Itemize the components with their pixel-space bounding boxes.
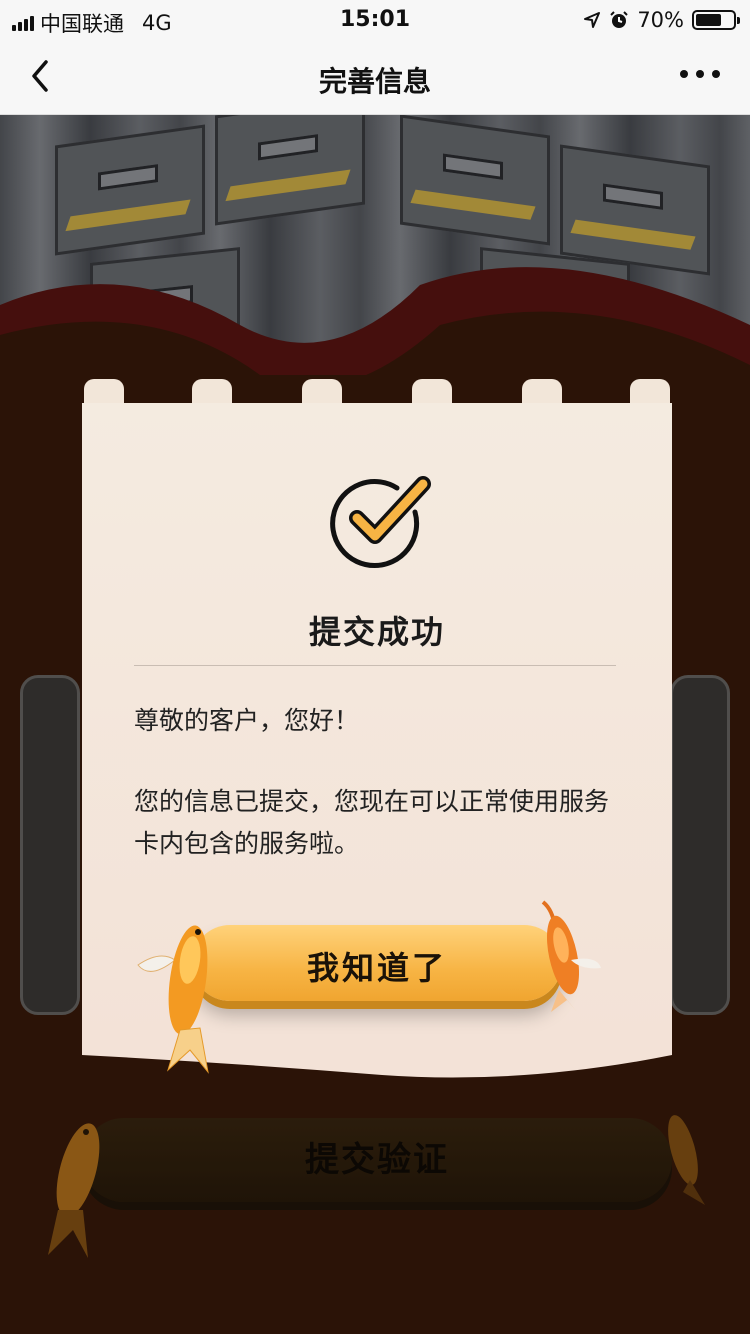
- greeting-text: 尊敬的客户，您好！: [134, 706, 360, 735]
- battery-icon: [692, 10, 740, 30]
- check-circle-icon: [330, 476, 431, 568]
- status-bar: 中国联通 4G 15:01 70%: [0, 0, 750, 40]
- success-modal: 提交成功 尊敬的客户，您好！ 您的信息已提交，您现在可以正常使用服务卡内包含的服…: [82, 379, 672, 1085]
- page-title: 完善信息: [318, 65, 431, 98]
- more-dots-icon[interactable]: [680, 70, 720, 78]
- location-arrow-icon: [584, 12, 601, 28]
- koi-fish-icon: [137, 925, 209, 1074]
- nav-bar: 完善信息: [0, 40, 750, 115]
- confirm-button-label: 我知道了: [306, 949, 447, 987]
- divider: [134, 665, 616, 666]
- koi-fish-icon: [541, 900, 601, 1012]
- battery-percent: 70%: [637, 8, 684, 32]
- battery-fill: [696, 14, 722, 26]
- status-right: 70%: [583, 8, 740, 32]
- message-text: 您的信息已提交，您现在可以正常使用服务卡内包含的服务啦。: [134, 787, 610, 858]
- modal-title: 提交成功: [308, 613, 445, 651]
- confirm-button[interactable]: 我知道了: [192, 925, 562, 1001]
- alarm-icon: [610, 11, 629, 28]
